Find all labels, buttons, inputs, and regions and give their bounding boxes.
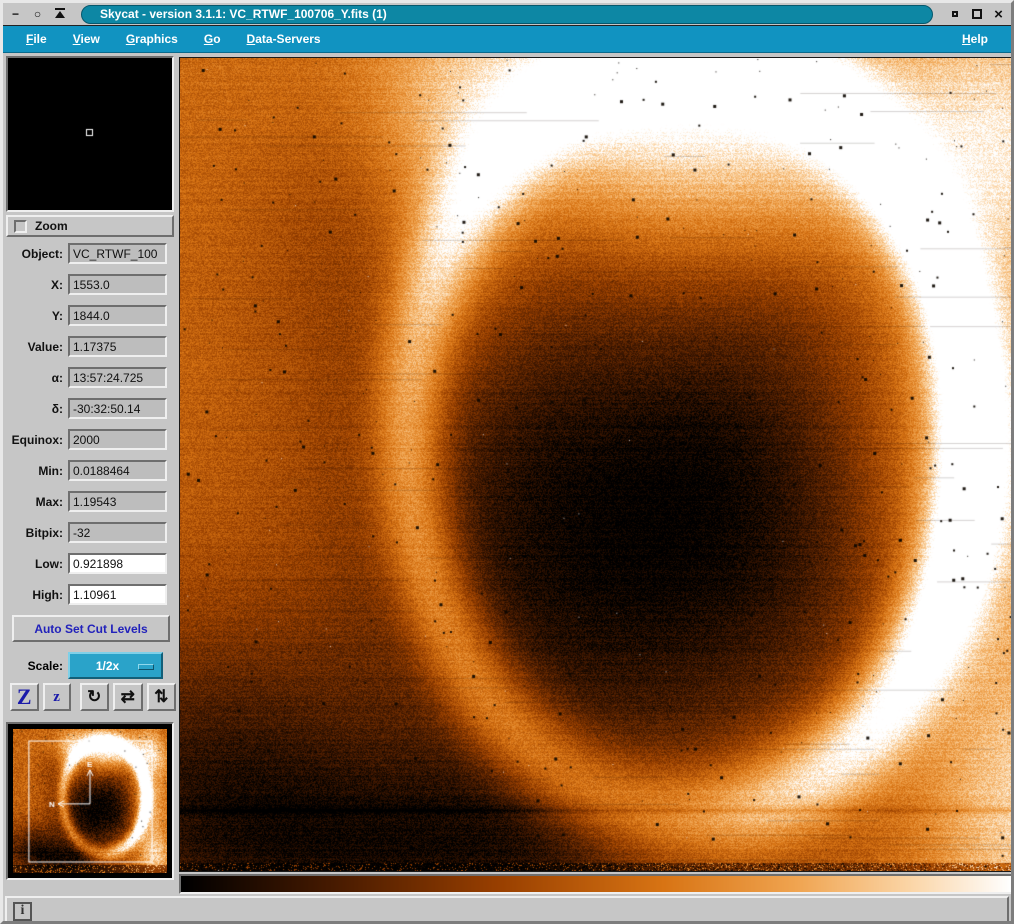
image-info-form: Object: X: Y: Value: α:: [6, 243, 176, 605]
menu-data-servers[interactable]: Data-Servers: [234, 28, 334, 50]
zoom-out-button[interactable]: z: [43, 683, 71, 711]
pan-window[interactable]: [6, 722, 174, 880]
pan-canvas[interactable]: [13, 729, 167, 873]
object-field[interactable]: [68, 243, 167, 264]
field-ra: α:: [6, 367, 176, 388]
field-dec: δ:: [6, 398, 176, 419]
menu-bar: File View Graphics Go Data-Servers Help: [3, 26, 1011, 53]
zoom-toggle-bar: Zoom: [6, 215, 174, 237]
scale-label: Scale:: [6, 659, 68, 673]
minimize-icon[interactable]: −: [7, 7, 24, 22]
scale-value: 1/2x: [96, 659, 119, 673]
window-title: Skycat - version 3.1.1: VC_RTWF_100706_Y…: [81, 5, 933, 24]
field-equinox: Equinox:: [6, 429, 176, 450]
scale-row: Scale: 1/2x: [6, 652, 176, 679]
status-bar: i: [5, 896, 1009, 924]
high-cut-field[interactable]: [68, 584, 167, 605]
field-high: High:: [6, 584, 176, 605]
iconify-icon[interactable]: [946, 7, 963, 22]
image-viewport: [178, 53, 1014, 894]
x-field[interactable]: [68, 274, 167, 295]
equinox-field[interactable]: [68, 429, 167, 450]
field-x: X:: [6, 274, 176, 295]
field-bitpix: Bitpix:: [6, 522, 176, 543]
ra-field[interactable]: [68, 367, 167, 388]
y-field[interactable]: [68, 305, 167, 326]
zoom-canvas[interactable]: [8, 58, 172, 210]
maximize-icon[interactable]: [968, 7, 985, 22]
max-field[interactable]: [68, 491, 167, 512]
zoom-in-button[interactable]: Z: [10, 683, 39, 711]
maximize-glyph: [972, 9, 982, 19]
transform-buttons: Z z ↻ ⇄ ⇅: [10, 683, 176, 711]
field-max: Max:: [6, 491, 176, 512]
close-icon[interactable]: ×: [990, 7, 1007, 22]
menu-go[interactable]: Go: [191, 28, 234, 50]
field-low: Low:: [6, 553, 176, 574]
zoom-checkbox-label: Zoom: [35, 219, 68, 233]
dec-field[interactable]: [68, 398, 167, 419]
shade-icon[interactable]: [51, 7, 68, 22]
low-cut-field[interactable]: [68, 553, 167, 574]
field-y: Y:: [6, 305, 176, 326]
field-object: Object:: [6, 243, 176, 264]
menu-view[interactable]: View: [60, 28, 113, 50]
flip-vertical-button[interactable]: ⇅: [147, 683, 176, 711]
skycat-window: − ○ Skycat - version 3.1.1: VC_RTWF_1007…: [0, 0, 1014, 924]
bitpix-field[interactable]: [68, 522, 167, 543]
option-menu-indicator-icon: [138, 664, 154, 670]
min-field[interactable]: [68, 460, 167, 481]
menu-help[interactable]: Help: [949, 28, 1001, 50]
flip-horizontal-button[interactable]: ⇄: [113, 683, 142, 711]
menu-file[interactable]: File: [13, 28, 60, 50]
shade-glyph: [55, 11, 65, 18]
field-value: Value:: [6, 336, 176, 357]
rotate-button[interactable]: ↻: [80, 683, 109, 711]
restore-icon[interactable]: ○: [29, 7, 46, 22]
scale-option-menu[interactable]: 1/2x: [68, 652, 163, 679]
image-frame: [179, 57, 1013, 872]
colorbar-frame: [179, 874, 1013, 894]
title-bar: − ○ Skycat - version 3.1.1: VC_RTWF_1007…: [3, 3, 1011, 26]
control-panel: Zoom Object: X: Y: Value:: [3, 53, 178, 894]
zoom-checkbox[interactable]: [14, 220, 27, 233]
iconify-glyph: [952, 11, 958, 17]
field-min: Min:: [6, 460, 176, 481]
value-field[interactable]: [68, 336, 167, 357]
fits-image-canvas[interactable]: [180, 58, 1012, 871]
info-icon[interactable]: i: [13, 902, 32, 921]
zoom-window[interactable]: [6, 56, 174, 212]
menu-graphics[interactable]: Graphics: [113, 28, 191, 50]
colorbar-canvas[interactable]: [181, 876, 1011, 892]
auto-set-cut-levels-button[interactable]: Auto Set Cut Levels: [12, 615, 170, 642]
